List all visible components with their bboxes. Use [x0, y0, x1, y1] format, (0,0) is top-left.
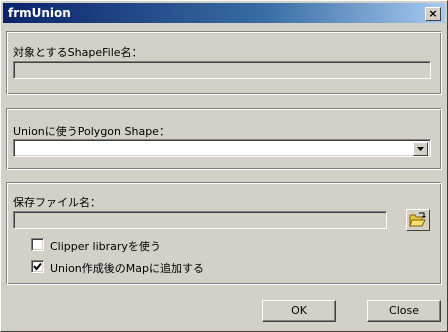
close-icon: × [428, 7, 438, 20]
save-file-group: 保存ファイル名： Clipper libraryを使う Union作成後のMap… [6, 182, 442, 285]
union-polygon-group: Unionに使うPolygon Shape： [6, 108, 442, 170]
source-shapefile-label: 対象とするShapeFile名： [13, 46, 143, 59]
ok-button[interactable]: OK [262, 300, 336, 322]
save-file-label: 保存ファイル名： [13, 196, 101, 209]
window-close-button[interactable]: × [425, 7, 441, 21]
union-polygon-label: Unionに使うPolygon Shape： [13, 125, 170, 138]
open-folder-icon [409, 212, 426, 227]
close-button[interactable]: Close [367, 300, 441, 322]
browse-folder-button[interactable] [406, 209, 430, 231]
add-to-map-label: Union作成後のMapに追加する [50, 262, 204, 275]
clipper-checkbox[interactable] [31, 238, 44, 251]
window-title: frmUnion [8, 6, 71, 20]
title-bar: frmUnion × [3, 3, 445, 23]
save-file-field [13, 211, 387, 229]
union-polygon-combo[interactable] [13, 139, 431, 157]
source-shapefile-field [13, 61, 431, 79]
checkmark-icon [33, 262, 42, 271]
source-shapefile-group: 対象とするShapeFile名： [6, 31, 442, 95]
frm-union-dialog: frmUnion × 対象とするShapeFile名： Unionに使うPoly… [0, 0, 448, 332]
combo-dropdown-button[interactable] [413, 142, 428, 156]
add-to-map-checkbox[interactable] [31, 260, 44, 273]
chevron-down-icon [417, 147, 424, 151]
clipper-label: Clipper libraryを使う [50, 240, 161, 253]
